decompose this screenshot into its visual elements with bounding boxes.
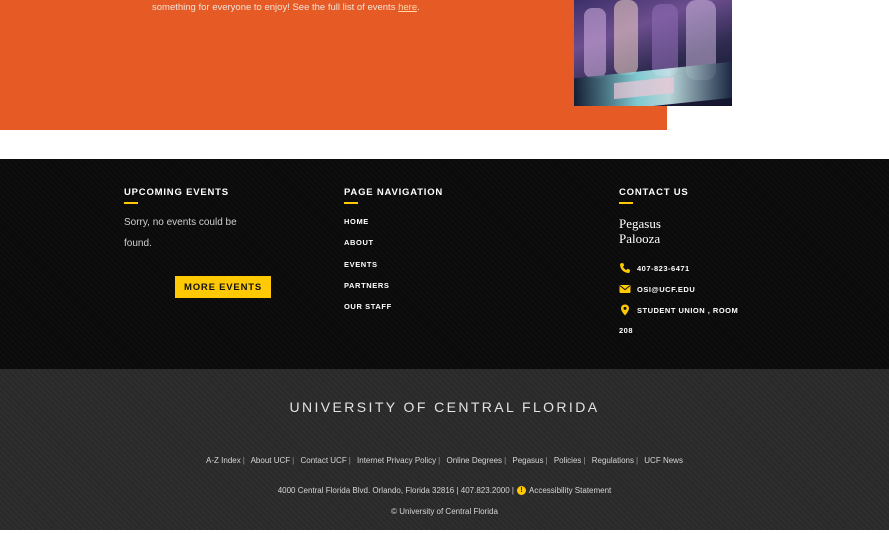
nav-link-our-staff[interactable]: OUR STAFF — [344, 302, 392, 311]
page-navigation-heading: PAGE NAVIGATION — [344, 187, 444, 198]
link-separator: | — [504, 456, 507, 465]
contact-email-row: OSI@UCF.EDU — [619, 283, 695, 295]
events-hero-band: something for everyone to enjoy! See the… — [0, 0, 667, 130]
link-separator: | — [635, 456, 639, 465]
university-address: 4000 Central Florida Blvd. Orlando, Flor… — [277, 486, 515, 495]
link-ucf-news[interactable]: UCF News — [644, 456, 683, 465]
hero-text-body: something for everyone to enjoy! See the… — [152, 2, 399, 13]
accessibility-statement-link[interactable]: Accessibility Statement — [529, 486, 611, 495]
nav-link-home[interactable]: HOME — [344, 217, 369, 226]
footer-university — [0, 369, 889, 530]
phone-link[interactable]: 407-823-6471 — [637, 264, 690, 273]
organization-name: Pegasus Palooza — [619, 216, 719, 246]
copyright-text: © University of Central Florida — [391, 507, 498, 516]
address-line1: STUDENT UNION , ROOM — [637, 305, 739, 315]
nav-link-about[interactable]: ABOUT — [344, 238, 374, 247]
envelope-icon — [619, 283, 631, 295]
link-separator: | — [348, 456, 351, 465]
link-separator: | — [242, 456, 245, 465]
event-photo — [574, 0, 732, 106]
link-separator: | — [545, 456, 548, 465]
no-events-message: Sorry, no events could be found. — [124, 217, 237, 249]
map-pin-icon — [619, 304, 631, 316]
link-separator: | — [438, 456, 441, 465]
heading-underline — [124, 202, 138, 204]
nav-link-partners[interactable]: PARTNERS — [344, 281, 390, 290]
hero-text: something for everyone to enjoy! See the… — [152, 2, 420, 13]
link-policies[interactable]: Policies — [554, 456, 582, 465]
photo-figure — [584, 8, 606, 78]
accessibility-icon: ! — [517, 486, 527, 495]
contact-address-row: STUDENT UNION , ROOM — [619, 304, 738, 316]
link-internet-privacy-policy[interactable]: Internet Privacy Policy — [357, 456, 436, 465]
link-regulations[interactable]: Regulations — [592, 456, 634, 465]
heading-underline — [619, 202, 633, 204]
upcoming-events-heading: UPCOMING EVENTS — [124, 187, 229, 198]
link-pegasus[interactable]: Pegasus — [512, 456, 543, 465]
contact-us-heading: CONTACT US — [619, 187, 689, 198]
link-online-degrees[interactable]: Online Degrees — [446, 456, 502, 465]
organization-name-line1: Pegasus — [619, 216, 661, 231]
address-line2: 208 — [619, 326, 634, 335]
hero-text-period: . — [417, 2, 420, 13]
heading-underline — [344, 202, 358, 204]
link-a-z-index[interactable]: A-Z Index — [206, 456, 241, 465]
link-about-ucf[interactable]: About UCF — [251, 456, 291, 465]
nav-link-events[interactable]: EVENTS — [344, 260, 378, 269]
more-events-button[interactable]: MORE EVENTS — [175, 276, 271, 298]
photo-figure — [614, 0, 638, 75]
university-wordmark[interactable]: UNIVERSITY OF CENTRAL FLORIDA — [0, 399, 889, 415]
email-link[interactable]: OSI@UCF.EDU — [637, 285, 695, 294]
link-separator: | — [583, 456, 586, 465]
phone-icon — [619, 262, 631, 274]
university-address-row: 4000 Central Florida Blvd. Orlando, Flor… — [0, 486, 889, 495]
organization-name-line2: Palooza — [619, 231, 661, 246]
contact-phone-row: 407-823-6471 — [619, 262, 690, 274]
university-links: A-Z Index | About UCF | Contact UCF | Inter… — [0, 456, 889, 465]
link-separator: | — [292, 456, 295, 465]
photo-figure — [652, 4, 678, 76]
events-list-link[interactable]: here — [398, 2, 417, 13]
link-contact-ucf[interactable]: Contact UCF — [300, 456, 346, 465]
